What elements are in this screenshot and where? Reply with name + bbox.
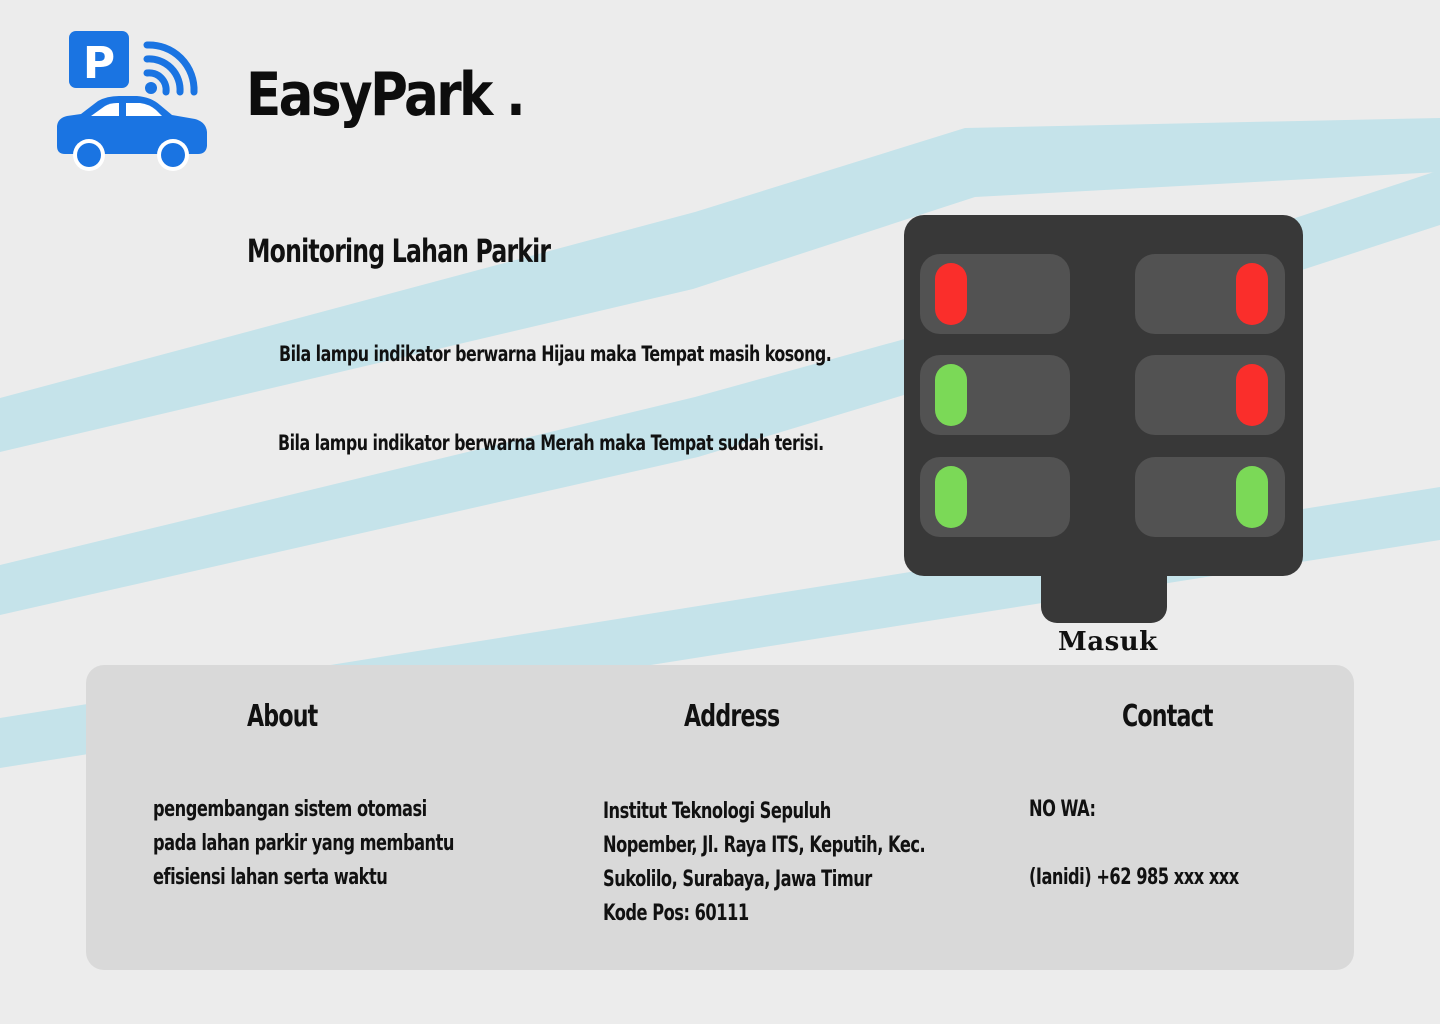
address-line: Nopember, Jl. Raya ITS, Keputih, Kec. [603, 833, 926, 858]
brand-name: EasyPark . [246, 60, 526, 130]
parking-lot-map [904, 215, 1303, 576]
slot-indicator-lamp-empty [935, 466, 967, 528]
about-line: pengembangan sistem otomasi [153, 797, 427, 822]
info-red-indicator: Bila lampu indikator berwarna Merah maka… [278, 431, 824, 455]
footer-contact-text: NO WA: (Ianidi) +62 985 xxx xxx [1029, 793, 1239, 895]
entrance-label: Masuk [1058, 627, 1158, 657]
contact-wa-label: NO WA: [1029, 797, 1096, 822]
slot-indicator-lamp-occupied [1236, 263, 1268, 325]
parking-slot-right-3 [1135, 457, 1285, 537]
contact-spacer [1029, 827, 1239, 861]
address-line: Institut Teknologi Sepuluh [603, 799, 831, 824]
footer-contact-title: Contact [1122, 699, 1214, 734]
address-line: Sukolilo, Surabaya, Jawa Timur [603, 867, 872, 892]
parking-car-signal-icon: P [57, 31, 207, 171]
parking-slot-right-2 [1135, 355, 1285, 435]
slot-indicator-lamp-empty [1236, 466, 1268, 528]
footer-address-title: Address [684, 699, 780, 734]
parking-entrance-gate [1041, 560, 1167, 623]
parking-slot-left-2 [920, 355, 1070, 435]
about-line: pada lahan parkir yang membantu [153, 831, 454, 856]
parking-slot-left-3 [920, 457, 1070, 537]
address-line: Kode Pos: 60111 [603, 901, 749, 926]
slot-indicator-lamp-empty [935, 364, 967, 426]
footer: About Address Contact pengembangan siste… [86, 665, 1354, 970]
parking-slot-left-1 [920, 254, 1070, 334]
page-title: Monitoring Lahan Parkir [247, 232, 551, 270]
about-line: efisiensi lahan serta waktu [153, 865, 388, 890]
info-green-indicator: Bila lampu indikator berwarna Hijau maka… [279, 342, 832, 366]
slot-indicator-lamp-occupied [1236, 364, 1268, 426]
footer-about-title: About [247, 699, 318, 734]
footer-about-text: pengembangan sistem otomasi pada lahan p… [153, 793, 454, 895]
contact-wa-number: (Ianidi) +62 985 xxx xxx [1029, 865, 1239, 890]
footer-address-text: Institut Teknologi Sepuluh Nopember, Jl.… [603, 795, 926, 931]
slot-indicator-lamp-occupied [935, 263, 967, 325]
parking-slot-right-1 [1135, 254, 1285, 334]
parking-badge-letter: P [83, 38, 115, 89]
